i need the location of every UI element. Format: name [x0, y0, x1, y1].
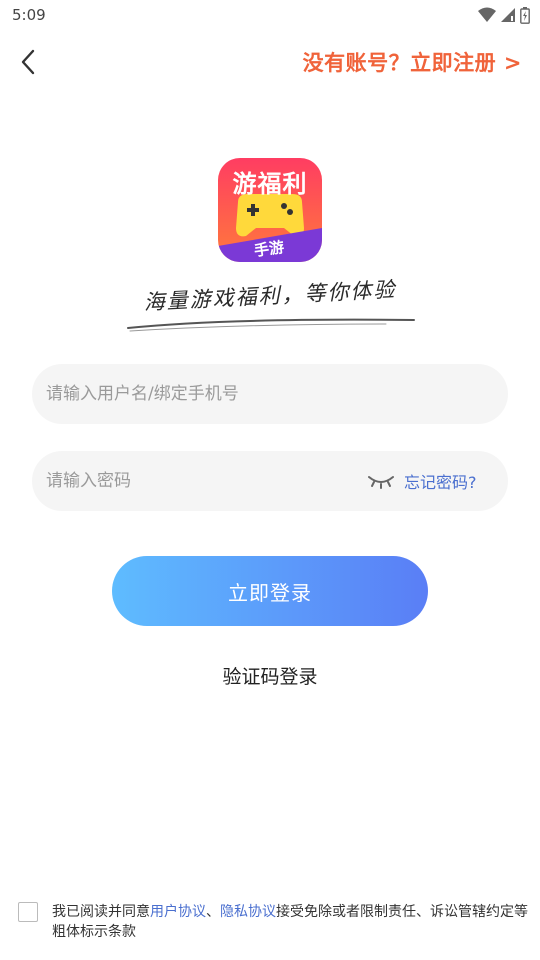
agreement-separator: 、 [206, 904, 220, 920]
app-logo: 游福利 手游 [218, 158, 322, 262]
user-agreement-link[interactable]: 用户协议 [150, 904, 206, 920]
login-button[interactable]: 立即登录 [112, 556, 428, 626]
status-icons [478, 6, 530, 24]
username-field [32, 364, 508, 424]
back-button[interactable] [10, 44, 46, 80]
register-link[interactable]: 没有账号？立即注册 > [303, 47, 522, 77]
agreement-prefix: 我已阅读并同意 [52, 904, 150, 920]
agreement: 我已阅读并同意用户协议、隐私协议接受免除或者限制责任、诉讼管辖约定等粗体标示条款 [18, 900, 530, 950]
slogan-underline [127, 318, 415, 332]
signal-icon [501, 8, 515, 22]
agreement-checkbox[interactable] [18, 902, 38, 922]
logo-title: 游福利 [232, 170, 308, 198]
logo-tag: 手游 [252, 237, 286, 260]
privacy-agreement-link[interactable]: 隐私协议 [220, 904, 276, 920]
password-input[interactable] [46, 451, 346, 511]
password-field: 忘记密码? [32, 451, 508, 511]
code-login-link[interactable]: 验证码登录 [0, 662, 540, 689]
agreement-text: 我已阅读并同意用户协议、隐私协议接受免除或者限制责任、诉讼管辖约定等粗体标示条款 [52, 902, 530, 942]
status-bar: 5:09 [0, 0, 540, 30]
eye-closed-icon[interactable] [366, 469, 396, 493]
username-input[interactable] [46, 364, 486, 424]
status-time: 5:09 [12, 6, 46, 24]
battery-icon [520, 6, 530, 24]
back-arrow-icon [21, 49, 35, 75]
wifi-icon [478, 7, 496, 22]
forgot-password-link[interactable]: 忘记密码? [404, 469, 477, 493]
